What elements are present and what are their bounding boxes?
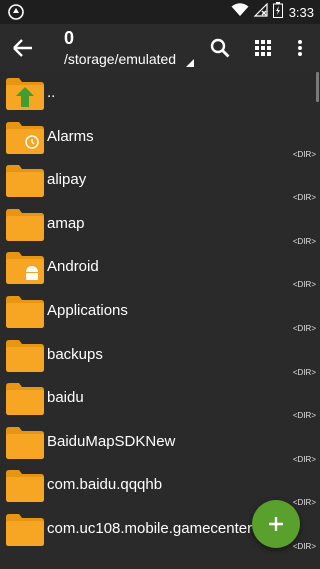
list-item[interactable]: baidu <DIR>: [0, 377, 320, 421]
item-name: Applications: [47, 302, 128, 319]
toolbar: 0 /storage/emulated: [0, 24, 320, 72]
item-name: Alarms: [47, 127, 94, 145]
list-item[interactable]: amap <DIR>: [0, 203, 320, 247]
folder-icon: [6, 121, 44, 154]
grid-view-icon: [255, 40, 271, 56]
dropdown-triangle-icon: [186, 59, 194, 67]
list-item[interactable]: BaiduMapSDKNew <DIR>: [0, 421, 320, 465]
back-button[interactable]: [10, 36, 36, 60]
item-name: BaiduMapSDKNew: [47, 432, 176, 450]
more-options-button[interactable]: [288, 36, 312, 60]
dir-badge: <DIR>: [292, 542, 316, 551]
more-vert-icon: [298, 40, 302, 56]
folder-icon: [6, 339, 44, 372]
add-button[interactable]: [252, 500, 300, 548]
item-name: com.uc108.mobile.gamecenter: [47, 520, 253, 537]
dir-badge: <DIR>: [292, 280, 316, 290]
dir-badge: <DIR>: [292, 411, 316, 421]
item-name: baidu: [47, 389, 84, 407]
dir-badge: <DIR>: [292, 367, 316, 377]
grid-view-button[interactable]: [251, 36, 275, 60]
item-name: ..: [47, 84, 56, 101]
folder-icon: [6, 514, 44, 546]
folder-icon: [6, 165, 44, 198]
plus-icon: [269, 517, 283, 531]
dir-badge: <DIR>: [292, 498, 316, 508]
list-item[interactable]: backups <DIR>: [0, 334, 320, 378]
scrollbar[interactable]: [316, 72, 319, 102]
list-item[interactable]: Applications <DIR>: [0, 290, 320, 334]
item-name: amap: [47, 214, 85, 232]
item-name: Android: [47, 258, 99, 276]
wifi-icon: [231, 2, 249, 22]
folder-icon: [6, 470, 44, 503]
folder-icon: [6, 296, 44, 328]
search-button[interactable]: [208, 36, 232, 60]
dir-badge: <DIR>: [292, 236, 316, 246]
dir-badge: <DIR>: [292, 193, 316, 203]
search-icon: [210, 38, 230, 58]
status-bar: 3:33: [0, 0, 320, 24]
dir-badge: <DIR>: [292, 324, 316, 333]
path-dropdown[interactable]: /storage/emulated: [64, 51, 176, 67]
item-name: alipay: [47, 171, 87, 189]
item-name: backups: [47, 345, 103, 363]
notification-icon: [8, 4, 24, 20]
page-title: 0: [64, 28, 75, 48]
battery-icon: [272, 1, 283, 23]
dir-badge: <DIR>: [292, 454, 316, 464]
dir-badge: <DIR>: [292, 149, 316, 159]
item-name: com.baidu.qqqhb: [47, 476, 163, 494]
list-item[interactable]: ..: [0, 72, 320, 116]
file-list[interactable]: .. Alarms <DIR> alipay <DIR> amap <DIR> Android…: [0, 72, 320, 569]
folder-icon: [6, 208, 44, 241]
arrow-left-icon: [13, 39, 32, 57]
list-item[interactable]: Alarms <DIR>: [0, 116, 320, 160]
folder-icon: [6, 383, 44, 416]
clock: 3:33: [288, 4, 314, 20]
list-item[interactable]: alipay <DIR>: [0, 159, 320, 203]
folder-icon: [6, 252, 44, 285]
signal-blocked-icon: [253, 2, 269, 22]
folder-icon: [6, 426, 44, 459]
list-item[interactable]: Android <DIR>: [0, 246, 320, 290]
parent-folder-icon: [6, 78, 44, 110]
